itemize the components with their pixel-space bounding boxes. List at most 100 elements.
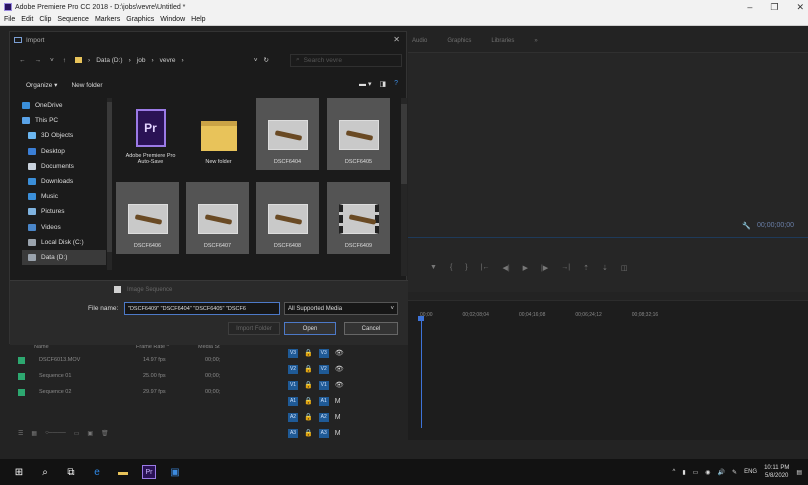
breadcrumb-item[interactable]: job (137, 57, 146, 64)
file-item[interactable]: DSCF6404 (256, 98, 319, 170)
input-language[interactable]: ENG (744, 469, 757, 475)
new-bin-icon[interactable]: ▭ (74, 430, 80, 437)
eye-icon[interactable]: 👁 (335, 365, 344, 373)
notification-icon[interactable]: ▤ (796, 469, 802, 476)
file-item[interactable]: New folder (187, 98, 250, 170)
menu-sequence[interactable]: Sequence (57, 16, 89, 23)
mute-icon[interactable]: M (335, 430, 341, 437)
organize-button[interactable]: Organize ▾ (26, 81, 57, 89)
track-target[interactable]: A1 (318, 396, 329, 406)
file-item[interactable]: DSCF6405 (327, 98, 390, 170)
eye-icon[interactable]: 👁 (335, 381, 344, 389)
file-item[interactable]: DSCF6409 (327, 182, 390, 254)
breadcrumb-item[interactable]: vevre (160, 57, 176, 64)
lock-icon[interactable]: 🔒 (304, 397, 313, 405)
dialog-close-button[interactable]: ✕ (393, 35, 400, 44)
lift-icon[interactable]: ⇡ (583, 264, 589, 272)
goto-in-icon[interactable]: |← (481, 264, 490, 272)
app-taskbar-icon[interactable]: ▣ (168, 465, 182, 479)
preview-pane-icon[interactable]: ◨ (379, 80, 386, 88)
trash-icon[interactable]: 🗑 (101, 430, 109, 437)
open-button[interactable]: Open (284, 322, 336, 335)
track-target[interactable]: V1 (318, 380, 329, 390)
file-item[interactable]: DSCF6406 (116, 182, 179, 254)
menu-help[interactable]: Help (191, 16, 205, 23)
mark-clip-icon[interactable]: } (465, 264, 467, 272)
menu-graphics[interactable]: Graphics (126, 16, 154, 23)
breadcrumb-item[interactable]: Data (D:) (96, 57, 122, 64)
chevron-down-icon[interactable]: ˅ (50, 57, 54, 64)
mark-in-icon[interactable]: ▼ (430, 264, 437, 272)
step-forward-icon[interactable]: |▶ (541, 264, 548, 272)
source-patch[interactable]: A2 (288, 412, 298, 422)
lock-icon[interactable]: 🔒 (304, 365, 313, 373)
file-type-select[interactable]: All Supported Media ˅ (284, 302, 398, 315)
tray-expand-icon[interactable]: ^ (672, 469, 675, 475)
taskbar-clock[interactable]: 10:11 PM 5/8/2020 (764, 464, 789, 480)
source-patch[interactable]: V2 (288, 364, 298, 374)
mute-icon[interactable]: M (335, 414, 341, 421)
nav-item-music[interactable]: Music (22, 189, 106, 204)
nav-item-3d-objects[interactable]: 3D Objects (22, 128, 106, 143)
refresh-icon[interactable]: ↻ (264, 56, 269, 64)
lock-icon[interactable]: 🔒 (304, 381, 313, 389)
menu-edit[interactable]: Edit (21, 16, 33, 23)
tab-overflow[interactable]: » (534, 38, 537, 44)
search-input[interactable]: ⌕ Search vevre (290, 53, 402, 67)
source-patch[interactable]: V3 (288, 348, 298, 358)
lock-icon[interactable]: 🔒 (304, 429, 313, 437)
nav-item-desktop[interactable]: Desktop (22, 144, 106, 159)
track-target[interactable]: V2 (318, 364, 329, 374)
eye-icon[interactable]: 👁 (335, 349, 344, 357)
file-item[interactable]: DSCF6408 (256, 182, 319, 254)
close-window-button[interactable]: ✕ (796, 2, 804, 13)
files-scroll-thumb[interactable] (401, 104, 407, 184)
playhead-line[interactable] (421, 318, 422, 428)
file-explorer-icon[interactable]: ▬ (116, 465, 130, 479)
import-folder-button[interactable]: Import Folder (228, 322, 280, 335)
tab-libraries[interactable]: Libraries (491, 38, 514, 44)
up-arrow-icon[interactable]: ↑ (63, 57, 66, 64)
list-view-icon[interactable]: ☰ (18, 430, 23, 437)
maximize-button[interactable]: ❐ (770, 2, 778, 13)
project-item[interactable]: Sequence 01 25.00 fps 00;00; (18, 368, 258, 384)
nav-item-onedrive[interactable]: OneDrive (22, 98, 106, 113)
change-view-icon[interactable]: ▬ ▾ (359, 80, 371, 88)
battery-icon[interactable]: ▭ (693, 469, 699, 476)
play-icon[interactable]: ▶ (523, 264, 528, 272)
task-view-icon[interactable]: ⧉ (64, 465, 78, 479)
project-item[interactable]: Sequence 02 29.97 fps 00;00; (18, 384, 258, 400)
wrench-icon[interactable]: 🔧 (742, 222, 751, 230)
breadcrumb[interactable]: › Data (D:) › job › vevre › ˅ ↻ (75, 54, 281, 67)
help-icon[interactable]: ? (394, 80, 398, 88)
project-item[interactable]: DSCF6013.MOV 14.97 fps 00;00; (18, 352, 258, 368)
zoom-slider[interactable]: ○──── (45, 430, 66, 436)
source-patch[interactable]: A3 (288, 428, 298, 438)
search-icon[interactable]: ⌕ (38, 465, 52, 479)
menu-markers[interactable]: Markers (95, 16, 120, 23)
source-patch[interactable]: V1 (288, 380, 298, 390)
mute-icon[interactable]: M (335, 398, 341, 405)
export-frame-icon[interactable]: ◫ (621, 264, 628, 272)
goto-out-icon[interactable]: →| (561, 264, 570, 272)
mark-out-icon[interactable]: { (450, 264, 452, 272)
icon-view-icon[interactable]: ▦ (31, 430, 37, 437)
nav-item-pictures[interactable]: Pictures (22, 204, 106, 219)
usb-icon[interactable]: ▮ (682, 469, 685, 476)
track-target[interactable]: A2 (318, 412, 329, 422)
file-item[interactable]: Pr Adobe Premiere Pro Auto-Save (119, 98, 182, 170)
file-item[interactable]: DSCF6407 (186, 182, 249, 254)
windows-start-icon[interactable]: ⊞ (12, 465, 26, 479)
nav-item-data-drive[interactable]: Data (D:) (22, 249, 106, 266)
minimize-button[interactable]: – (747, 2, 752, 13)
nav-item-downloads[interactable]: Downloads (22, 174, 106, 189)
nav-item-this-pc[interactable]: This PC (22, 113, 106, 128)
track-target[interactable]: A3 (318, 428, 329, 438)
edge-browser-icon[interactable]: e (90, 465, 104, 479)
step-back-icon[interactable]: ◀| (502, 264, 509, 272)
lock-icon[interactable]: 🔒 (304, 349, 313, 357)
new-item-icon[interactable]: ▣ (87, 430, 93, 437)
new-folder-button[interactable]: New folder (71, 82, 102, 89)
image-sequence-checkbox[interactable] (114, 286, 121, 293)
image-sequence-option[interactable]: Image Sequence (114, 286, 172, 293)
